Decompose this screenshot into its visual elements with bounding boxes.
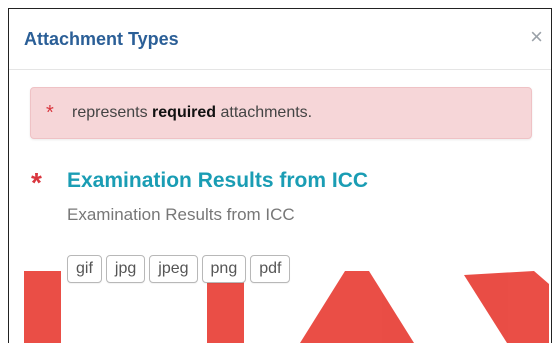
alert-text-before: represents <box>72 104 148 121</box>
attachment-title-link[interactable]: Examination Results from ICC <box>67 169 368 193</box>
modal-header: Attachment Types × <box>9 9 551 69</box>
modal-title: Attachment Types <box>24 29 179 49</box>
alert-text: represents required attachments. <box>72 104 312 122</box>
alert-text-after: attachments. <box>220 104 313 121</box>
attachment-types-modal: Attachment Types × * represents required… <box>8 8 552 343</box>
required-asterisk-icon: * <box>46 102 54 124</box>
file-type-tag: png <box>201 255 247 283</box>
required-asterisk-icon: * <box>31 167 42 198</box>
file-type-tag: jpg <box>105 255 146 283</box>
attachment-description: Examination Results from ICC <box>67 205 295 224</box>
required-info-alert: * represents required attachments. <box>30 87 532 139</box>
alert-text-bold: required <box>152 104 217 121</box>
header-divider <box>9 69 551 70</box>
file-type-tag: gif <box>67 255 102 283</box>
file-type-tags: gif jpg jpeg png pdf <box>67 255 291 283</box>
file-type-tag: pdf <box>250 255 291 283</box>
close-button[interactable]: × <box>530 25 543 49</box>
file-type-tag: jpeg <box>149 255 198 283</box>
